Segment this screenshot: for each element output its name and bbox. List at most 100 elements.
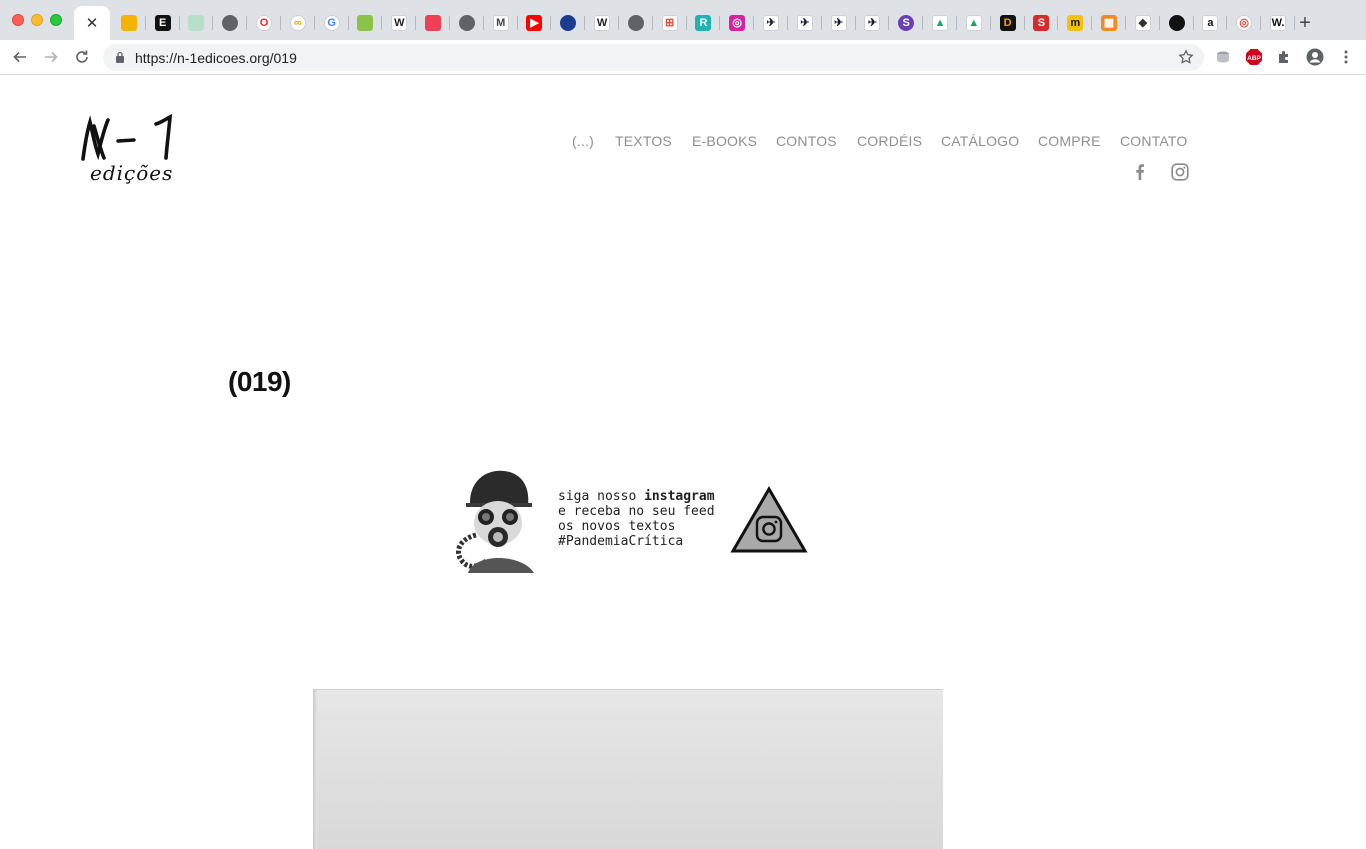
r-icon: R xyxy=(695,15,712,31)
pinned-tab[interactable]: a xyxy=(1194,8,1228,38)
pinned-tab[interactable] xyxy=(1160,8,1194,38)
sphere-icon xyxy=(560,15,577,31)
pinned-tab[interactable] xyxy=(619,8,653,38)
reload-icon xyxy=(76,50,88,63)
svg-text:edições: edições xyxy=(90,161,173,185)
back-button[interactable] xyxy=(8,45,32,69)
nav-link-contos[interactable]: CONTOS xyxy=(776,133,837,149)
arrow-left-icon xyxy=(13,51,26,63)
pinned-tab[interactable]: W xyxy=(585,8,619,38)
arrow-right-icon xyxy=(45,51,58,63)
pinned-tab[interactable]: ▲ xyxy=(957,8,991,38)
pinned-tab[interactable]: ▶ xyxy=(518,8,552,38)
profile-avatar-icon[interactable] xyxy=(1305,47,1325,67)
extensions-puzzle-icon[interactable] xyxy=(1274,47,1294,67)
minimize-window-button[interactable] xyxy=(31,14,43,26)
bird-icon: ✈ xyxy=(864,15,881,31)
pinned-tab[interactable]: E xyxy=(146,8,180,38)
pinned-tab[interactable]: S xyxy=(889,8,923,38)
pinned-tab[interactable]: ▲ xyxy=(923,8,957,38)
m-icon: m xyxy=(1067,15,1084,31)
nav-link-more[interactable]: (...) xyxy=(572,133,594,149)
triangle-instagram-icon xyxy=(730,486,808,553)
banner-text: siga nosso instagram e receba no seu fee… xyxy=(558,489,715,549)
pinned-tab[interactable]: S xyxy=(1025,8,1059,38)
instagram-promo-banner[interactable]: siga nosso instagram e receba no seu fee… xyxy=(448,465,810,575)
amazon-icon: a xyxy=(1202,15,1219,31)
instagram-icon[interactable] xyxy=(1171,163,1189,181)
nav-link-cordis[interactable]: CORDÉIS xyxy=(857,133,922,149)
pinned-tab[interactable]: O xyxy=(247,8,281,38)
banner-line-1: siga nosso instagram xyxy=(558,489,715,504)
forward-button[interactable] xyxy=(39,45,63,69)
bird-icon: ✈ xyxy=(763,15,780,31)
pinned-tab[interactable]: G xyxy=(315,8,349,38)
nav-link-ebooks[interactable]: E-BOOKS xyxy=(692,133,757,149)
banner-line-1-b: instagram xyxy=(644,489,715,504)
globe-icon xyxy=(222,15,239,31)
pinned-tab[interactable]: ◎ xyxy=(720,8,754,38)
pinned-tab[interactable]: ◆ xyxy=(1126,8,1160,38)
reload-button[interactable] xyxy=(70,45,94,69)
active-tab[interactable]: ✕ xyxy=(74,6,110,40)
pinned-tab[interactable] xyxy=(551,8,585,38)
drive-icon: ▲ xyxy=(932,15,949,31)
pinned-tab[interactable]: ▦ xyxy=(1092,8,1126,38)
page-title: (019) xyxy=(228,366,291,397)
pinned-tab[interactable]: ⊞ xyxy=(653,8,687,38)
pinned-tab[interactable]: ✈ xyxy=(822,8,856,38)
lock-icon xyxy=(116,51,124,63)
globe-icon xyxy=(627,15,644,31)
pinned-tab[interactable] xyxy=(180,8,214,38)
gas-mask-figure-icon xyxy=(456,470,534,573)
pinned-tab[interactable] xyxy=(213,8,247,38)
book-icon: ⊞ xyxy=(661,15,678,31)
nav-link-compre[interactable]: COMPRE xyxy=(1038,133,1101,149)
nav-link-textos[interactable]: TEXTOS xyxy=(615,133,672,149)
pinned-tab[interactable]: ✈ xyxy=(856,8,890,38)
pinned-tab[interactable] xyxy=(416,8,450,38)
pinned-tab[interactable]: D xyxy=(991,8,1025,38)
site-logo[interactable]: edições xyxy=(78,113,178,194)
pinned-tab[interactable]: M xyxy=(484,8,518,38)
svg-text:ABP: ABP xyxy=(1247,55,1261,62)
close-window-button[interactable] xyxy=(12,14,24,26)
url-text[interactable]: https://n-1edicoes.org/019 xyxy=(135,50,297,66)
pinned-tab[interactable]: ∞ xyxy=(281,8,315,38)
scribd-icon: S xyxy=(1033,15,1050,31)
browser-menu-icon[interactable] xyxy=(1336,47,1356,67)
google-icon: G xyxy=(323,15,340,31)
pinned-tab[interactable]: ✈ xyxy=(788,8,822,38)
s-icon: S xyxy=(898,15,915,31)
bookmark-star-icon[interactable] xyxy=(1178,49,1194,65)
close-tab-icon[interactable]: ✕ xyxy=(86,16,99,31)
pinned-tab[interactable] xyxy=(450,8,484,38)
fullscreen-window-button[interactable] xyxy=(50,14,62,26)
pinned-tab[interactable]: R xyxy=(687,8,721,38)
pinned-tab[interactable] xyxy=(112,8,146,38)
slides-icon xyxy=(120,15,137,31)
opera-icon: O xyxy=(256,15,273,31)
pinned-tab[interactable]: ✈ xyxy=(754,8,788,38)
pinned-tab[interactable]: ◎ xyxy=(1227,8,1261,38)
w-icon: W. xyxy=(1269,15,1286,31)
nav-link-contato[interactable]: CONTATO xyxy=(1120,133,1188,149)
adblock-icon[interactable]: ABP xyxy=(1244,47,1264,67)
pinned-tabs: E O ∞ G W M ▶ W ⊞ R ◎ ✈ ✈ ✈ ✈ S ▲ ▲ D Sm ▦ ◆ a ◎ W. xyxy=(112,8,1295,38)
pinned-tab[interactable]: m xyxy=(1058,8,1092,38)
d-icon: D xyxy=(999,15,1016,31)
e-icon: E xyxy=(154,15,171,31)
bird-icon: ✈ xyxy=(796,15,813,31)
facebook-icon[interactable] xyxy=(1131,163,1149,181)
address-bar[interactable]: https://n-1edicoes.org/019 xyxy=(103,44,1204,71)
banner-line-4: #PandemiaCrítica xyxy=(558,534,684,549)
nav-link-catlogo[interactable]: CATÁLOGO xyxy=(941,133,1019,149)
pinned-tab[interactable]: W xyxy=(382,8,416,38)
n1-edicoes-logo-icon: edições xyxy=(81,113,173,185)
black-circle-icon xyxy=(1168,15,1185,31)
pinned-tab[interactable]: W. xyxy=(1261,8,1295,38)
pinned-tab[interactable] xyxy=(349,8,383,38)
leaf-icon xyxy=(357,15,374,31)
new-tab-button[interactable]: + xyxy=(1292,10,1318,36)
extension-db-icon[interactable] xyxy=(1213,47,1233,67)
